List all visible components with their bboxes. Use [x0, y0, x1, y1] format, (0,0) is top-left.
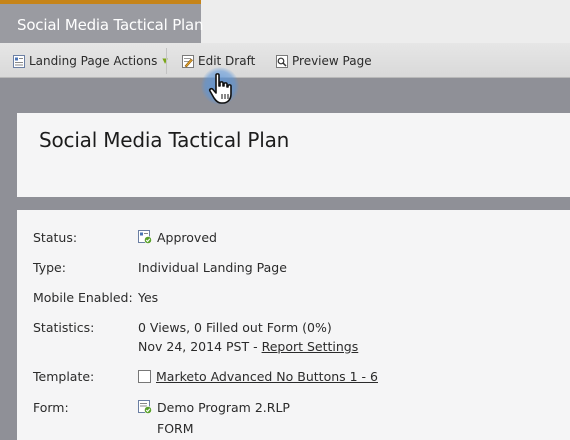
- type-label: Type:: [33, 260, 66, 275]
- hand-pointer-icon: [207, 72, 239, 110]
- type-value: Individual Landing Page: [138, 260, 287, 275]
- statistics-value: 0 Views, 0 Filled out Form (0%) Nov 24, …: [138, 318, 358, 356]
- approved-form-icon: [138, 400, 152, 419]
- report-settings-link[interactable]: Report Settings: [262, 339, 359, 354]
- form-type: FORM: [157, 421, 194, 436]
- title-panel: Social Media Tactical Plan: [17, 113, 570, 197]
- tab-social-media-tactical-plan[interactable]: Social Media Tactical Plan: [0, 0, 204, 43]
- form-name: Demo Program 2.RLP: [157, 400, 290, 415]
- status-text: Approved: [157, 230, 217, 245]
- status-value: Approved: [138, 228, 217, 249]
- template-link[interactable]: Marketo Advanced No Buttons 1 - 6: [156, 369, 378, 384]
- toolbar-divider: [166, 48, 167, 74]
- tab-strip: Social Media Tactical Plan: [0, 0, 570, 43]
- preview-page-icon: [276, 54, 288, 68]
- template-label: Template:: [33, 369, 95, 384]
- status-label: Status:: [33, 230, 78, 245]
- template-value: Marketo Advanced No Buttons 1 - 6: [138, 367, 378, 386]
- template-icon: [138, 370, 151, 383]
- approved-page-icon: [138, 230, 152, 249]
- page-title: Social Media Tactical Plan: [39, 128, 290, 152]
- details-panel: Status: Approved Type: Individual Landin…: [17, 210, 570, 440]
- preview-page-label: Preview Page: [292, 54, 372, 68]
- statistics-date: Nov 24, 2014 PST -: [138, 339, 262, 354]
- page-actions-icon: [13, 54, 25, 68]
- statistics-counts: 0 Views, 0 Filled out Form (0%): [138, 320, 332, 335]
- edit-draft-label: Edit Draft: [198, 54, 256, 68]
- form-label: Form:: [33, 400, 69, 415]
- tab-label: Social Media Tactical Plan: [17, 16, 204, 34]
- edit-page-icon: [182, 54, 194, 68]
- statistics-label: Statistics:: [33, 320, 95, 335]
- preview-page-button[interactable]: Preview Page: [276, 52, 372, 70]
- landing-page-actions-button[interactable]: Landing Page Actions ▼: [13, 52, 168, 70]
- landing-page-actions-label: Landing Page Actions: [29, 54, 158, 68]
- mobile-enabled-label: Mobile Enabled:: [33, 290, 133, 305]
- toolbar: Landing Page Actions ▼ Edit Draft Previe…: [0, 43, 570, 78]
- mobile-enabled-value: Yes: [138, 290, 159, 305]
- form-value: Demo Program 2.RLP FORM: [138, 398, 290, 438]
